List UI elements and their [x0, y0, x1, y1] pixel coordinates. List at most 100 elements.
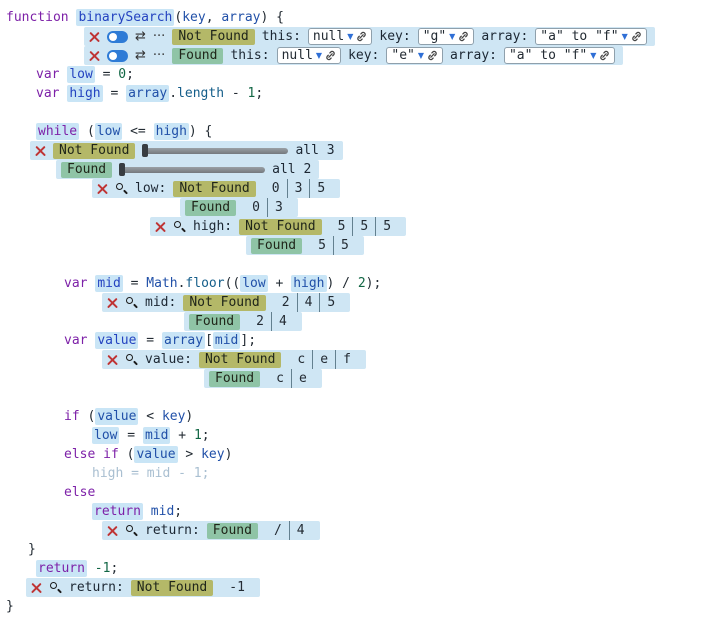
testcase-badge-found[interactable]: Found [172, 48, 223, 64]
iteration-slider[interactable] [119, 163, 265, 176]
link-icon[interactable] [356, 31, 367, 42]
code-token: ); [366, 276, 382, 291]
code-token: value [95, 408, 138, 425]
value-cell: 2 [249, 312, 271, 331]
loop-probe-row: Foundall 2 [0, 160, 712, 179]
probe-label: return: [69, 578, 124, 597]
more-options-icon[interactable]: ··· [153, 30, 165, 43]
code-token: if [103, 447, 119, 462]
swap-arrows-icon[interactable]: ⇄ [135, 49, 146, 62]
code-token: ( [119, 447, 135, 462]
code-token: low [240, 275, 267, 292]
delete-probe-icon[interactable] [89, 50, 100, 61]
code-token: array [221, 10, 260, 25]
code-token: Math [146, 276, 177, 291]
value-cell: 4 [271, 312, 294, 331]
value-dropdown[interactable]: null▼ [277, 47, 341, 64]
delete-probe-icon[interactable] [107, 525, 118, 536]
value-cell: 5 [319, 293, 342, 312]
code-token: ; [202, 428, 210, 443]
value-dropdown[interactable]: "a" to "f"▼ [504, 47, 615, 64]
value-cell: 5 [375, 217, 398, 236]
code-line: var mid = Math.floor((low + high) / 2); [0, 274, 712, 293]
value-cells: /4 [267, 521, 312, 540]
code-token: array [162, 332, 205, 349]
magnifier-icon[interactable] [125, 353, 138, 366]
code-token: . [169, 86, 177, 101]
magnifier-icon[interactable] [125, 296, 138, 309]
delete-probe-icon[interactable] [35, 145, 46, 156]
code-token: } [6, 599, 14, 614]
value-cells: 03 [245, 198, 290, 217]
testcase-badge-notfound[interactable]: Not Found [172, 29, 254, 45]
code-token: while [36, 123, 79, 140]
link-icon[interactable] [427, 50, 438, 61]
value-dropdown[interactable]: "a" to "f"▼ [535, 28, 646, 45]
param-label: key: [348, 46, 379, 65]
code-token: ) [225, 447, 233, 462]
blank-line [0, 388, 712, 407]
dropdown-value: "e" [391, 46, 414, 65]
value-dropdown[interactable]: "g"▼ [418, 28, 475, 45]
value-cell: 0 [245, 198, 267, 217]
magnifier-icon[interactable] [49, 581, 62, 594]
iteration-slider[interactable] [142, 144, 288, 157]
testcase-badge-notfound: Not Found [173, 181, 255, 197]
value-cells: ce [269, 369, 314, 388]
delete-probe-icon[interactable] [107, 297, 118, 308]
code-token: var [36, 67, 67, 82]
code-token: ; [126, 67, 134, 82]
code-line: else [0, 483, 712, 502]
code-token: key [201, 447, 224, 462]
blank-line [0, 255, 712, 274]
link-icon[interactable] [458, 31, 469, 42]
link-icon[interactable] [631, 31, 642, 42]
code-token: 2 [358, 276, 366, 291]
code-token: mid [213, 332, 240, 349]
delete-probe-icon[interactable] [97, 183, 108, 194]
delete-probe-icon[interactable] [89, 31, 100, 42]
value-cell: / [267, 521, 289, 540]
toggle-switch-icon[interactable] [107, 50, 128, 62]
code-token: high [291, 275, 326, 292]
code-token: 0 [118, 67, 126, 82]
dropdown-arrow-icon: ▼ [316, 52, 322, 60]
value-dropdown[interactable]: null▼ [308, 28, 372, 45]
code-token: , [206, 10, 222, 25]
code-token: function [6, 10, 76, 25]
code-token: var [36, 86, 67, 101]
log-probe-row: Found55 [0, 236, 712, 255]
code-token: > [178, 447, 201, 462]
code-token: binarySearch [76, 9, 174, 26]
slider-handle[interactable] [142, 144, 148, 157]
testcase-badge-found: Found [185, 200, 236, 216]
value-cell: 2 [275, 293, 297, 312]
value-cells: 245 [275, 293, 342, 312]
swap-arrows-icon[interactable]: ⇄ [135, 30, 146, 43]
dropdown-arrow-icon: ▼ [347, 33, 353, 41]
delete-probe-icon[interactable] [107, 354, 118, 365]
code-token: low [95, 123, 122, 140]
delete-probe-icon[interactable] [31, 582, 42, 593]
testcase-badge-notfound: Not Found [199, 352, 281, 368]
value-cell: 0 [265, 179, 287, 198]
delete-probe-icon[interactable] [155, 221, 166, 232]
probe-widget: Foundall 2 [56, 160, 319, 179]
blank-line [0, 103, 712, 122]
link-icon[interactable] [325, 50, 336, 61]
code-token: ( [80, 409, 96, 424]
magnifier-icon[interactable] [125, 524, 138, 537]
toggle-switch-icon[interactable] [107, 31, 128, 43]
value-cells: 24 [249, 312, 294, 331]
more-options-icon[interactable]: ··· [153, 49, 165, 62]
testcase-badge-found: Found [207, 523, 258, 539]
link-icon[interactable] [599, 50, 610, 61]
slider-handle[interactable] [119, 163, 125, 176]
value-cells: -1 [222, 578, 252, 597]
value-cell: 4 [289, 521, 312, 540]
testcase-badge-notfound: Not Found [131, 580, 213, 596]
value-dropdown[interactable]: "e"▼ [386, 47, 443, 64]
magnifier-icon[interactable] [115, 182, 128, 195]
probe-widget: high:Not Found555 [150, 217, 406, 236]
magnifier-icon[interactable] [173, 220, 186, 233]
